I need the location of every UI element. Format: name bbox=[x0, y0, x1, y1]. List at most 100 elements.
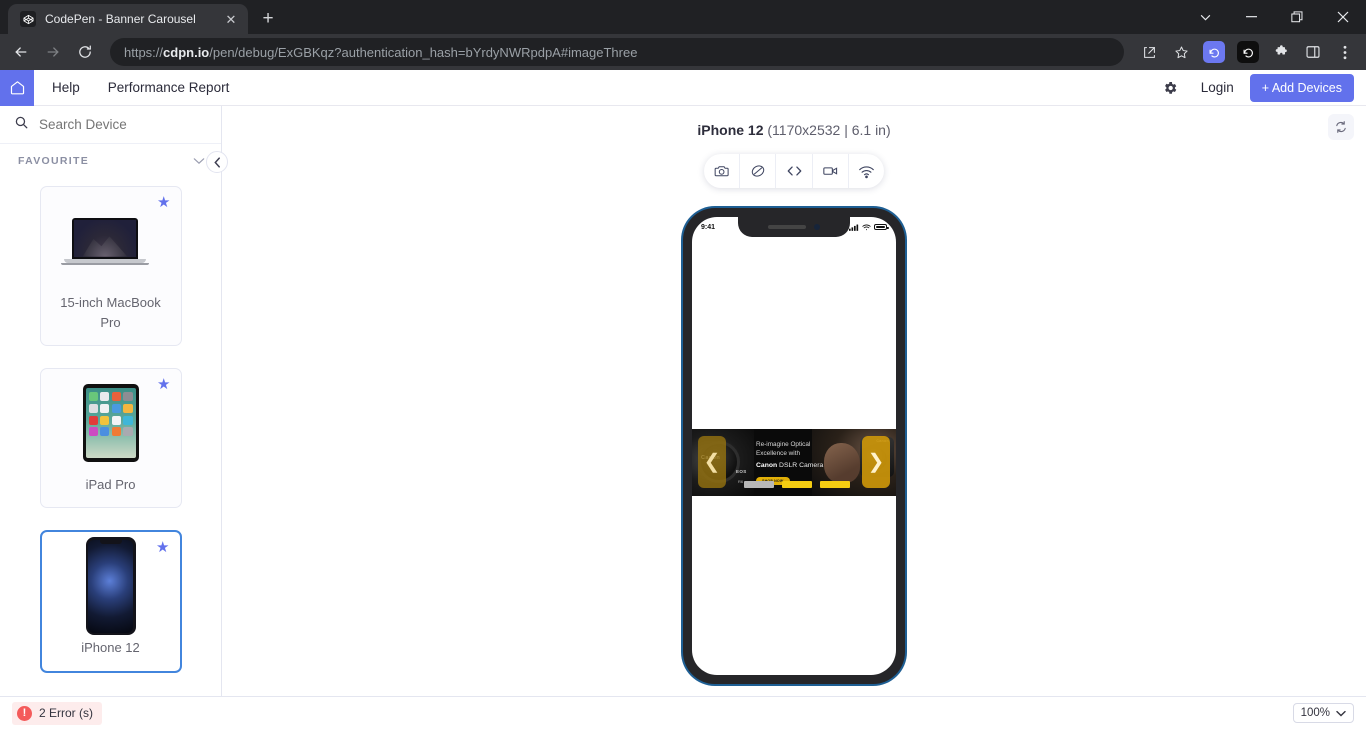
device-card-label: iPad Pro bbox=[86, 475, 136, 495]
iphone-12-preview: 9:41 bbox=[681, 206, 907, 686]
browser-tab[interactable]: CodePen - Banner Carousel ✕ bbox=[8, 4, 248, 34]
error-status-badge[interactable]: ! 2 Error (s) bbox=[12, 702, 102, 725]
side-panel-icon[interactable] bbox=[1298, 37, 1328, 67]
refresh-icon[interactable] bbox=[1328, 114, 1354, 140]
extension-active-icon[interactable] bbox=[1203, 41, 1225, 63]
favourite-section-header[interactable]: FAVOURITE bbox=[0, 144, 221, 178]
screenshot-tool[interactable] bbox=[704, 154, 740, 188]
ipad-pro-thumbnail bbox=[83, 383, 139, 463]
device-stage: iPhone 12 (1170x2532 | 6.1 in) bbox=[222, 106, 1366, 696]
banner-headline-line1: Re-imagine Optical bbox=[756, 441, 823, 450]
zoom-level-value: 100% bbox=[1301, 707, 1330, 719]
front-camera-icon bbox=[814, 224, 820, 230]
address-bar[interactable]: https://cdpn.io/pen/debug/ExGBKqz?authen… bbox=[110, 38, 1124, 66]
app-body: FAVOURITE ★ bbox=[0, 106, 1366, 696]
star-icon[interactable]: ★ bbox=[156, 540, 169, 555]
stage-header: iPhone 12 (1170x2532 | 6.1 in) bbox=[222, 106, 1366, 188]
chevron-down-icon[interactable] bbox=[193, 152, 205, 170]
left-model-text: EOS bbox=[736, 469, 747, 474]
close-icon[interactable]: ✕ bbox=[222, 10, 240, 28]
carousel-prev-button[interactable]: ❮ bbox=[698, 436, 726, 488]
puzzle-extensions-icon[interactable] bbox=[1266, 37, 1296, 67]
network-tool[interactable] bbox=[849, 154, 884, 188]
browser-window: CodePen - Banner Carousel ✕ + bbox=[0, 0, 1366, 729]
close-window-button[interactable] bbox=[1320, 0, 1366, 34]
app-header: Help Performance Report Login + Add Devi… bbox=[0, 70, 1366, 106]
tab-search-button[interactable] bbox=[1182, 0, 1228, 34]
record-tool[interactable] bbox=[813, 154, 849, 188]
search-row bbox=[0, 106, 221, 144]
wifi-icon bbox=[862, 224, 871, 231]
chevron-down-icon bbox=[1336, 710, 1346, 717]
cellular-bars-icon bbox=[849, 224, 859, 231]
banner-carousel: Canon EOS R6 Canon bbox=[692, 429, 896, 496]
stage-device-name: iPhone 12 bbox=[697, 122, 763, 138]
app-footer: ! 2 Error (s) 100% bbox=[0, 696, 1366, 729]
device-card-ipad-pro[interactable]: ★ bbox=[40, 368, 182, 508]
error-count-label: 2 Error (s) bbox=[39, 706, 93, 720]
chrome-menu-icon[interactable] bbox=[1330, 37, 1360, 67]
device-sidebar: FAVOURITE ★ bbox=[0, 106, 222, 696]
status-time: 9:41 bbox=[701, 224, 715, 231]
extension-dark-icon[interactable] bbox=[1237, 41, 1259, 63]
error-exclamation-icon: ! bbox=[17, 706, 32, 721]
carousel-indicators bbox=[744, 481, 850, 488]
reload-icon[interactable] bbox=[70, 37, 100, 67]
maximize-button[interactable] bbox=[1274, 0, 1320, 34]
macbook-pro-thumbnail bbox=[72, 201, 149, 281]
login-link[interactable]: Login bbox=[1185, 80, 1250, 95]
toolbar-right-icons bbox=[1134, 37, 1360, 67]
device-toolbar bbox=[704, 154, 884, 188]
stage-device-spec: (1170x2532 | 6.1 in) bbox=[767, 122, 890, 138]
codepen-icon bbox=[20, 11, 36, 27]
phone-notch bbox=[738, 217, 850, 237]
search-input[interactable] bbox=[39, 117, 207, 132]
battery-icon bbox=[874, 224, 887, 231]
home-icon[interactable] bbox=[0, 70, 34, 106]
preview-canvas: 9:41 bbox=[222, 188, 1366, 696]
banner-product: DSLR Camera bbox=[777, 462, 823, 469]
favourite-label: FAVOURITE bbox=[18, 155, 89, 167]
phone-frame: 9:41 bbox=[683, 208, 905, 684]
search-icon bbox=[14, 115, 29, 135]
tab-title: CodePen - Banner Carousel bbox=[45, 12, 213, 26]
iphone-12-thumbnail bbox=[86, 546, 136, 626]
nav-help[interactable]: Help bbox=[42, 80, 90, 95]
window-controls bbox=[1182, 0, 1366, 34]
bookmark-star-icon[interactable] bbox=[1166, 37, 1196, 67]
device-card-macbook-pro[interactable]: ★ 15-inch MacBook Pro bbox=[40, 186, 182, 346]
banner-product-line: Canon DSLR Camera bbox=[756, 462, 823, 469]
carousel-indicator[interactable] bbox=[820, 481, 850, 488]
add-devices-button[interactable]: + Add Devices bbox=[1250, 74, 1354, 102]
banner-headline-line2: Excellence with bbox=[756, 450, 823, 459]
sidebar-collapse-button[interactable] bbox=[206, 151, 228, 173]
tab-strip: CodePen - Banner Carousel ✕ + bbox=[0, 0, 1366, 34]
status-indicators bbox=[849, 224, 887, 231]
device-list: ★ 15-inch MacBook Pro ★ bbox=[0, 178, 221, 696]
device-card-iphone-12[interactable]: ★ iPhone 12 bbox=[40, 530, 182, 672]
carousel-indicator[interactable] bbox=[782, 481, 812, 488]
inspect-tool[interactable] bbox=[776, 154, 812, 188]
web-app: Help Performance Report Login + Add Devi… bbox=[0, 70, 1366, 729]
browser-toolbar: https://cdpn.io/pen/debug/ExGBKqz?authen… bbox=[0, 34, 1366, 70]
minimize-button[interactable] bbox=[1228, 0, 1274, 34]
device-card-label: iPhone 12 bbox=[81, 638, 140, 658]
star-icon[interactable]: ★ bbox=[157, 377, 170, 392]
gear-icon[interactable] bbox=[1155, 73, 1185, 103]
share-icon[interactable] bbox=[1134, 37, 1164, 67]
disable-tool[interactable] bbox=[740, 154, 776, 188]
phone-screen[interactable]: 9:41 bbox=[692, 217, 896, 675]
carousel-next-button[interactable]: ❯ bbox=[862, 436, 890, 488]
zoom-level-select[interactable]: 100% bbox=[1293, 703, 1354, 723]
star-icon[interactable]: ★ bbox=[157, 195, 170, 210]
stage-device-title: iPhone 12 (1170x2532 | 6.1 in) bbox=[222, 122, 1366, 138]
banner-brand: Canon bbox=[756, 462, 777, 469]
nav-performance-report[interactable]: Performance Report bbox=[98, 80, 240, 95]
new-tab-button[interactable]: + bbox=[254, 5, 282, 33]
forward-arrow-icon bbox=[38, 37, 68, 67]
speaker-icon bbox=[768, 225, 806, 229]
back-arrow-icon[interactable] bbox=[6, 37, 36, 67]
device-card-label: 15-inch MacBook Pro bbox=[49, 293, 173, 333]
carousel-indicator[interactable] bbox=[744, 481, 774, 488]
url-text: https://cdpn.io/pen/debug/ExGBKqz?authen… bbox=[124, 45, 637, 60]
